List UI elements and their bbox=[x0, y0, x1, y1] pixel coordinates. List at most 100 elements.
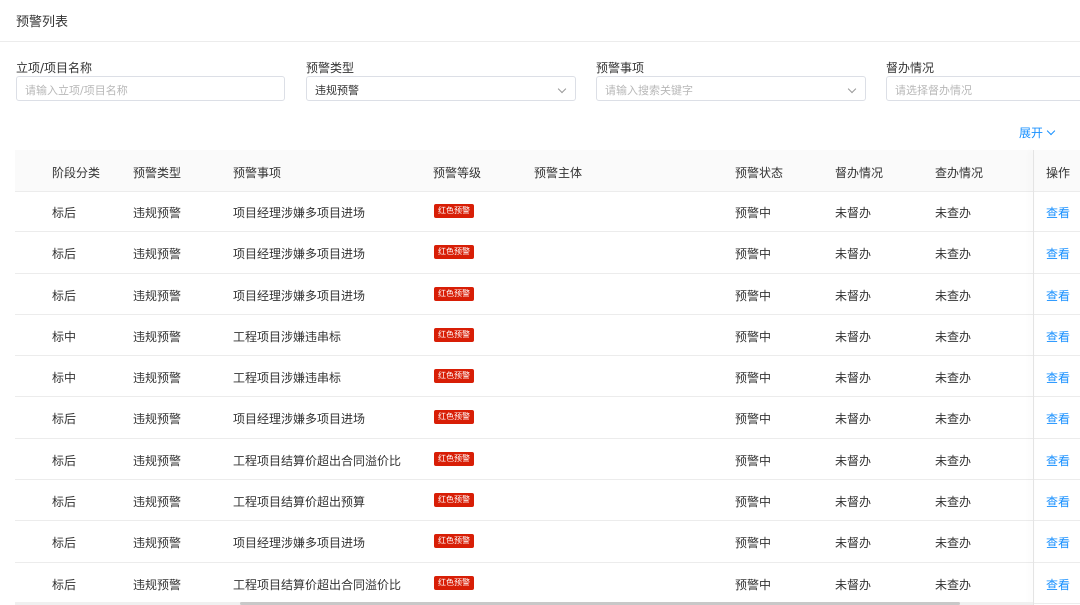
cell-investigation: 未查办 bbox=[935, 371, 972, 386]
header-level: 预警等级 bbox=[433, 166, 482, 180]
cell-item: 工程项目结算价超出合同溢价比 bbox=[233, 577, 402, 592]
cell-item: 工程项目结算价超出预算 bbox=[233, 495, 366, 510]
project-name-input[interactable]: 请输入立项/项目名称 bbox=[16, 76, 285, 101]
cell-supervision: 未督办 bbox=[835, 247, 872, 262]
cell-type: 违规预警 bbox=[133, 577, 182, 592]
cell-item: 项目经理涉嫌多项目进场 bbox=[233, 288, 366, 303]
cell-stage: 标后 bbox=[52, 495, 77, 510]
view-link[interactable]: 查看 bbox=[1046, 328, 1070, 345]
table-row: 标后 违规预警 工程项目结算价超出预算 红色预警 预警中 未督办 未查办 查看 bbox=[15, 480, 1080, 522]
table-row: 标后 违规预警 项目经理涉嫌多项目进场 红色预警 预警中 未督办 未查办 查看 bbox=[15, 274, 1080, 315]
cell-status: 预警中 bbox=[735, 536, 772, 551]
cell-investigation: 未查办 bbox=[935, 329, 972, 344]
cell-type: 违规预警 bbox=[133, 453, 182, 468]
view-link[interactable]: 查看 bbox=[1046, 245, 1070, 262]
warning-level-badge: 红色预警 bbox=[434, 575, 474, 590]
cell-type: 违规预警 bbox=[133, 288, 182, 303]
cell-item: 项目经理涉嫌多项目进场 bbox=[233, 206, 366, 220]
cell-stage: 标后 bbox=[52, 206, 77, 220]
cell-supervision: 未督办 bbox=[835, 577, 872, 592]
supervision-placeholder: 请选择督办情况 bbox=[895, 84, 972, 97]
warning-level-badge: 红色预警 bbox=[434, 369, 474, 384]
view-link[interactable]: 查看 bbox=[1046, 493, 1070, 510]
header-status: 预警状态 bbox=[735, 166, 784, 180]
cell-status: 预警中 bbox=[735, 495, 772, 510]
header-investigation: 查办情况 bbox=[935, 166, 984, 180]
table-body: 标后 违规预警 项目经理涉嫌多项目进场 红色预警 预警中 未督办 未查办 查看 标后 违规预警 项目… bbox=[15, 191, 1080, 604]
view-link[interactable]: 查看 bbox=[1046, 287, 1070, 304]
table-row: 标后 违规预警 项目经理涉嫌多项目进场 红色预警 预警中 未督办 未查办 查看 bbox=[15, 397, 1080, 439]
expand-toggle[interactable]: 展开 bbox=[1019, 124, 1056, 141]
warning-level-badge: 红色预警 bbox=[434, 286, 474, 301]
warning-level-badge: 红色预警 bbox=[434, 327, 474, 342]
cell-supervision: 未督办 bbox=[835, 288, 872, 303]
cell-supervision: 未督办 bbox=[835, 453, 872, 468]
cell-supervision: 未督办 bbox=[835, 371, 872, 386]
supervision-select[interactable]: 请选择督办情况 bbox=[886, 76, 1080, 101]
cell-stage: 标后 bbox=[52, 412, 77, 427]
header-stage: 阶段分类 bbox=[52, 166, 101, 180]
cell-investigation: 未查办 bbox=[935, 495, 972, 510]
cell-status: 预警中 bbox=[735, 453, 772, 468]
title-divider bbox=[0, 41, 1080, 42]
cell-type: 违规预警 bbox=[133, 536, 182, 551]
header-item: 预警事项 bbox=[233, 166, 282, 180]
cell-stage: 标后 bbox=[52, 577, 77, 592]
cell-stage: 标中 bbox=[52, 329, 77, 344]
cell-investigation: 未查办 bbox=[935, 247, 972, 262]
chevron-down-icon bbox=[847, 84, 857, 94]
cell-supervision: 未督办 bbox=[835, 329, 872, 344]
header-subject: 预警主体 bbox=[534, 166, 583, 180]
header-supervision: 督办情况 bbox=[835, 166, 884, 180]
chevron-down-icon bbox=[1046, 126, 1056, 136]
warning-level-badge: 红色预警 bbox=[434, 245, 474, 260]
table-row: 标中 违规预警 工程项目涉嫌违串标 红色预警 预警中 未督办 未查办 查看 bbox=[15, 315, 1080, 357]
warning-level-badge: 红色预警 bbox=[434, 493, 474, 508]
warning-level-badge: 红色预警 bbox=[434, 451, 474, 466]
cell-stage: 标后 bbox=[52, 288, 77, 303]
cell-stage: 标中 bbox=[52, 371, 77, 386]
table-row: 标后 违规预警 项目经理涉嫌多项目进场 红色预警 预警中 未督办 未查办 查看 bbox=[15, 232, 1080, 274]
cell-investigation: 未查办 bbox=[935, 206, 972, 220]
cell-type: 违规预警 bbox=[133, 495, 182, 510]
cell-status: 预警中 bbox=[735, 288, 772, 303]
project-name-label: 立项/项目名称 bbox=[16, 61, 93, 75]
cell-status: 预警中 bbox=[735, 577, 772, 592]
table-row: 标中 违规预警 工程项目涉嫌违串标 红色预警 预警中 未督办 未查办 查看 bbox=[15, 356, 1080, 398]
warning-level-badge: 红色预警 bbox=[434, 410, 474, 425]
cell-investigation: 未查办 bbox=[935, 453, 972, 468]
view-link[interactable]: 查看 bbox=[1046, 576, 1070, 593]
warning-type-value: 违规预警 bbox=[315, 84, 359, 97]
view-link[interactable]: 查看 bbox=[1046, 369, 1070, 386]
cell-investigation: 未查办 bbox=[935, 577, 972, 592]
cell-type: 违规预警 bbox=[133, 247, 182, 262]
table-row: 标后 违规预警 项目经理涉嫌多项目进场 红色预警 预警中 未督办 未查办 查看 bbox=[15, 521, 1080, 563]
warning-level-badge: 红色预警 bbox=[434, 204, 474, 218]
cell-status: 预警中 bbox=[735, 371, 772, 386]
warning-type-select[interactable]: 违规预警 bbox=[306, 76, 576, 101]
view-link[interactable]: 查看 bbox=[1046, 204, 1070, 221]
cell-item: 工程项目结算价超出合同溢价比 bbox=[233, 453, 402, 468]
cell-type: 违规预警 bbox=[133, 329, 182, 344]
cell-supervision: 未督办 bbox=[835, 495, 872, 510]
expand-label: 展开 bbox=[1019, 126, 1044, 140]
cell-stage: 标后 bbox=[52, 453, 77, 468]
cell-supervision: 未督办 bbox=[835, 206, 872, 220]
page-title: 预警列表 bbox=[16, 15, 69, 30]
table-header: 阶段分类 预警类型 预警事项 预警等级 预警主体 预警状态 督办情况 查办情况 … bbox=[15, 150, 1080, 192]
header-action: 操作 bbox=[1046, 166, 1071, 180]
view-link[interactable]: 查看 bbox=[1046, 452, 1070, 469]
cell-type: 违规预警 bbox=[133, 412, 182, 427]
cell-item: 项目经理涉嫌多项目进场 bbox=[233, 536, 366, 551]
view-link[interactable]: 查看 bbox=[1046, 410, 1070, 427]
cell-investigation: 未查办 bbox=[935, 412, 972, 427]
warning-item-placeholder: 请输入搜索关键字 bbox=[605, 84, 693, 97]
cell-supervision: 未督办 bbox=[835, 412, 872, 427]
warning-item-select[interactable]: 请输入搜索关键字 bbox=[596, 76, 866, 101]
view-link[interactable]: 查看 bbox=[1046, 534, 1070, 551]
warning-table: 阶段分类 预警类型 预警事项 预警等级 预警主体 预警状态 督办情况 查办情况 … bbox=[15, 150, 1080, 605]
cell-item: 项目经理涉嫌多项目进场 bbox=[233, 412, 366, 427]
cell-item: 工程项目涉嫌违串标 bbox=[233, 329, 342, 344]
supervision-label: 督办情况 bbox=[886, 61, 935, 75]
cell-status: 预警中 bbox=[735, 206, 772, 220]
